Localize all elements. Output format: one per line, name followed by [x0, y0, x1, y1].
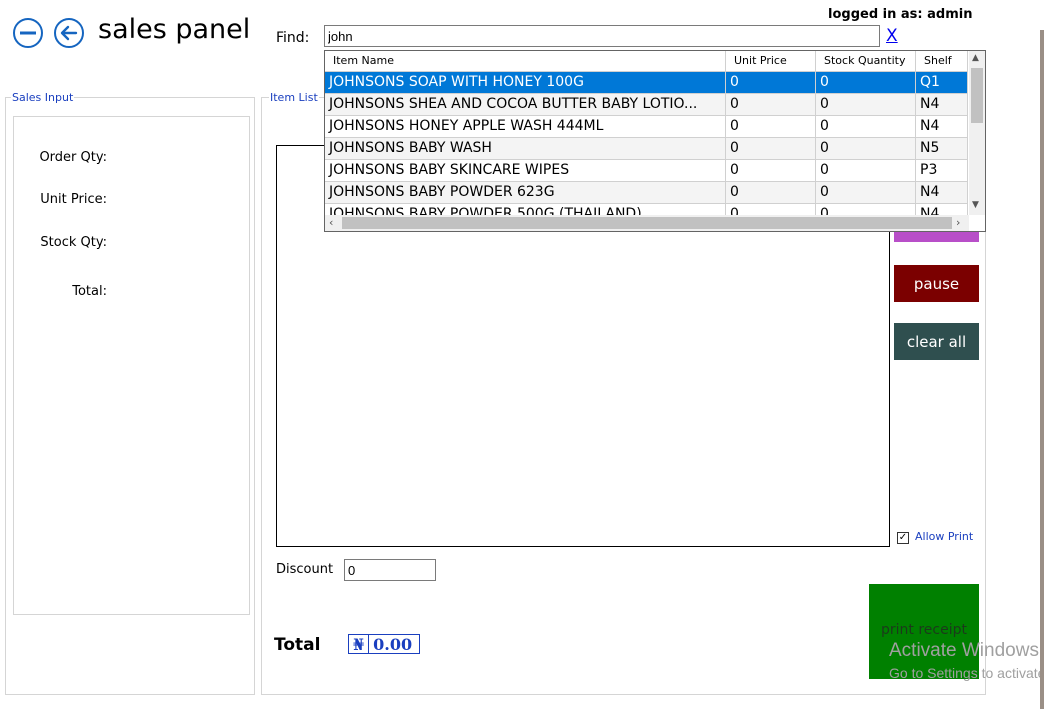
col-unit-price[interactable]: Unit Price: [726, 51, 816, 71]
cell-unit-price: 0: [726, 72, 816, 94]
search-suggestions-dropdown[interactable]: Item Name Unit Price Stock Quantity Shel…: [324, 50, 986, 232]
sales-input-label: Sales Input: [11, 91, 75, 104]
cell-item-name: JOHNSONS BABY WASH: [325, 138, 726, 160]
back-button[interactable]: [54, 18, 84, 48]
cell-shelf: N4: [916, 116, 968, 138]
cell-stock-quantity: 0: [816, 72, 916, 94]
clear-all-button[interactable]: clear all: [894, 323, 979, 360]
cell-unit-price: 0: [726, 94, 816, 116]
logged-in-status: logged in as: admin: [828, 7, 973, 22]
discount-label: Discount: [276, 562, 334, 577]
list-item[interactable]: JOHNSONS SHEA AND COCOA BUTTER BABY LOTI…: [325, 94, 968, 116]
cell-unit-price: 0: [726, 160, 816, 182]
arrow-left-icon: [60, 25, 78, 41]
clear-search-button[interactable]: X: [886, 26, 898, 46]
scroll-left-arrow-icon[interactable]: ‹: [329, 216, 333, 229]
item-list-label: Item List: [269, 91, 319, 104]
print-receipt-label: print receipt: [881, 622, 967, 638]
search-input[interactable]: [324, 25, 880, 47]
list-item[interactable]: JOHNSONS BABY SKINCARE WIPES 0 0 P3: [325, 160, 968, 182]
scrollbar-thumb[interactable]: [971, 68, 983, 123]
total-label: Total: [274, 635, 321, 655]
total-value: 0.00: [373, 634, 413, 654]
cell-stock-quantity: 0: [816, 138, 916, 160]
cell-stock-quantity: 0: [816, 116, 916, 138]
horizontal-scrollbar[interactable]: ‹ ›: [325, 215, 969, 231]
total-value-box: ₦ 0.00: [348, 634, 420, 654]
cell-item-name: JOHNSONS SOAP WITH HONEY 100G: [325, 72, 726, 94]
find-label: Find:: [276, 30, 310, 46]
minimize-button[interactable]: [13, 18, 43, 48]
order-qty-label: Order Qty:: [39, 150, 107, 165]
desktop-edge: [1040, 30, 1044, 709]
unit-price-label: Unit Price:: [40, 192, 107, 207]
grid-header: Item Name Unit Price Stock Quantity Shel…: [325, 51, 968, 72]
cell-shelf: N5: [916, 138, 968, 160]
list-item[interactable]: JOHNSONS BABY POWDER 623G 0 0 N4: [325, 182, 968, 204]
list-item[interactable]: JOHNSONS SOAP WITH HONEY 100G 0 0 Q1: [325, 72, 968, 94]
col-stock-quantity[interactable]: Stock Quantity: [816, 51, 916, 71]
allow-print-label: Allow Print: [915, 530, 974, 543]
cell-item-name: JOHNSONS BABY POWDER 623G: [325, 182, 726, 204]
activate-windows-subtitle: Go to Settings to activate Windows.: [889, 665, 1044, 681]
page-title: sales panel: [98, 14, 251, 45]
cell-stock-quantity: 0: [816, 94, 916, 116]
scroll-up-arrow-icon[interactable]: ▲: [972, 53, 979, 63]
cell-unit-price: 0: [726, 182, 816, 204]
cell-shelf: P3: [916, 160, 968, 182]
cell-shelf: Q1: [916, 72, 968, 94]
horizontal-scrollbar-thumb[interactable]: [342, 217, 952, 229]
col-shelf[interactable]: Shelf: [916, 51, 968, 71]
scroll-right-arrow-icon[interactable]: ›: [956, 216, 960, 229]
cell-item-name: JOHNSONS HONEY APPLE WASH 444ML: [325, 116, 726, 138]
cell-stock-quantity: 0: [816, 160, 916, 182]
cell-unit-price: 0: [726, 116, 816, 138]
sales-input-panel: [13, 116, 250, 615]
col-item-name[interactable]: Item Name: [325, 51, 726, 71]
cell-item-name: JOHNSONS BABY SKINCARE WIPES: [325, 160, 726, 182]
cell-shelf: N4: [916, 182, 968, 204]
cell-stock-quantity: 0: [816, 182, 916, 204]
stock-qty-label: Stock Qty:: [40, 235, 107, 250]
total-field-label: Total:: [72, 284, 107, 299]
cell-unit-price: 0: [726, 138, 816, 160]
currency-symbol: ₦: [349, 635, 370, 654]
pause-button[interactable]: pause: [894, 265, 979, 302]
vertical-scrollbar[interactable]: ▲ ▼: [969, 51, 985, 215]
minus-icon: [20, 31, 36, 35]
cell-shelf: N4: [916, 94, 968, 116]
allow-print-checkbox[interactable]: ✓: [897, 532, 909, 544]
scroll-down-arrow-icon[interactable]: ▼: [972, 200, 979, 210]
discount-input[interactable]: [344, 559, 436, 581]
list-item[interactable]: JOHNSONS HONEY APPLE WASH 444ML 0 0 N4: [325, 116, 968, 138]
activate-windows-title: Activate Windows: [889, 640, 1039, 661]
list-item[interactable]: JOHNSONS BABY WASH 0 0 N5: [325, 138, 968, 160]
cell-item-name: JOHNSONS SHEA AND COCOA BUTTER BABY LOTI…: [325, 94, 726, 116]
